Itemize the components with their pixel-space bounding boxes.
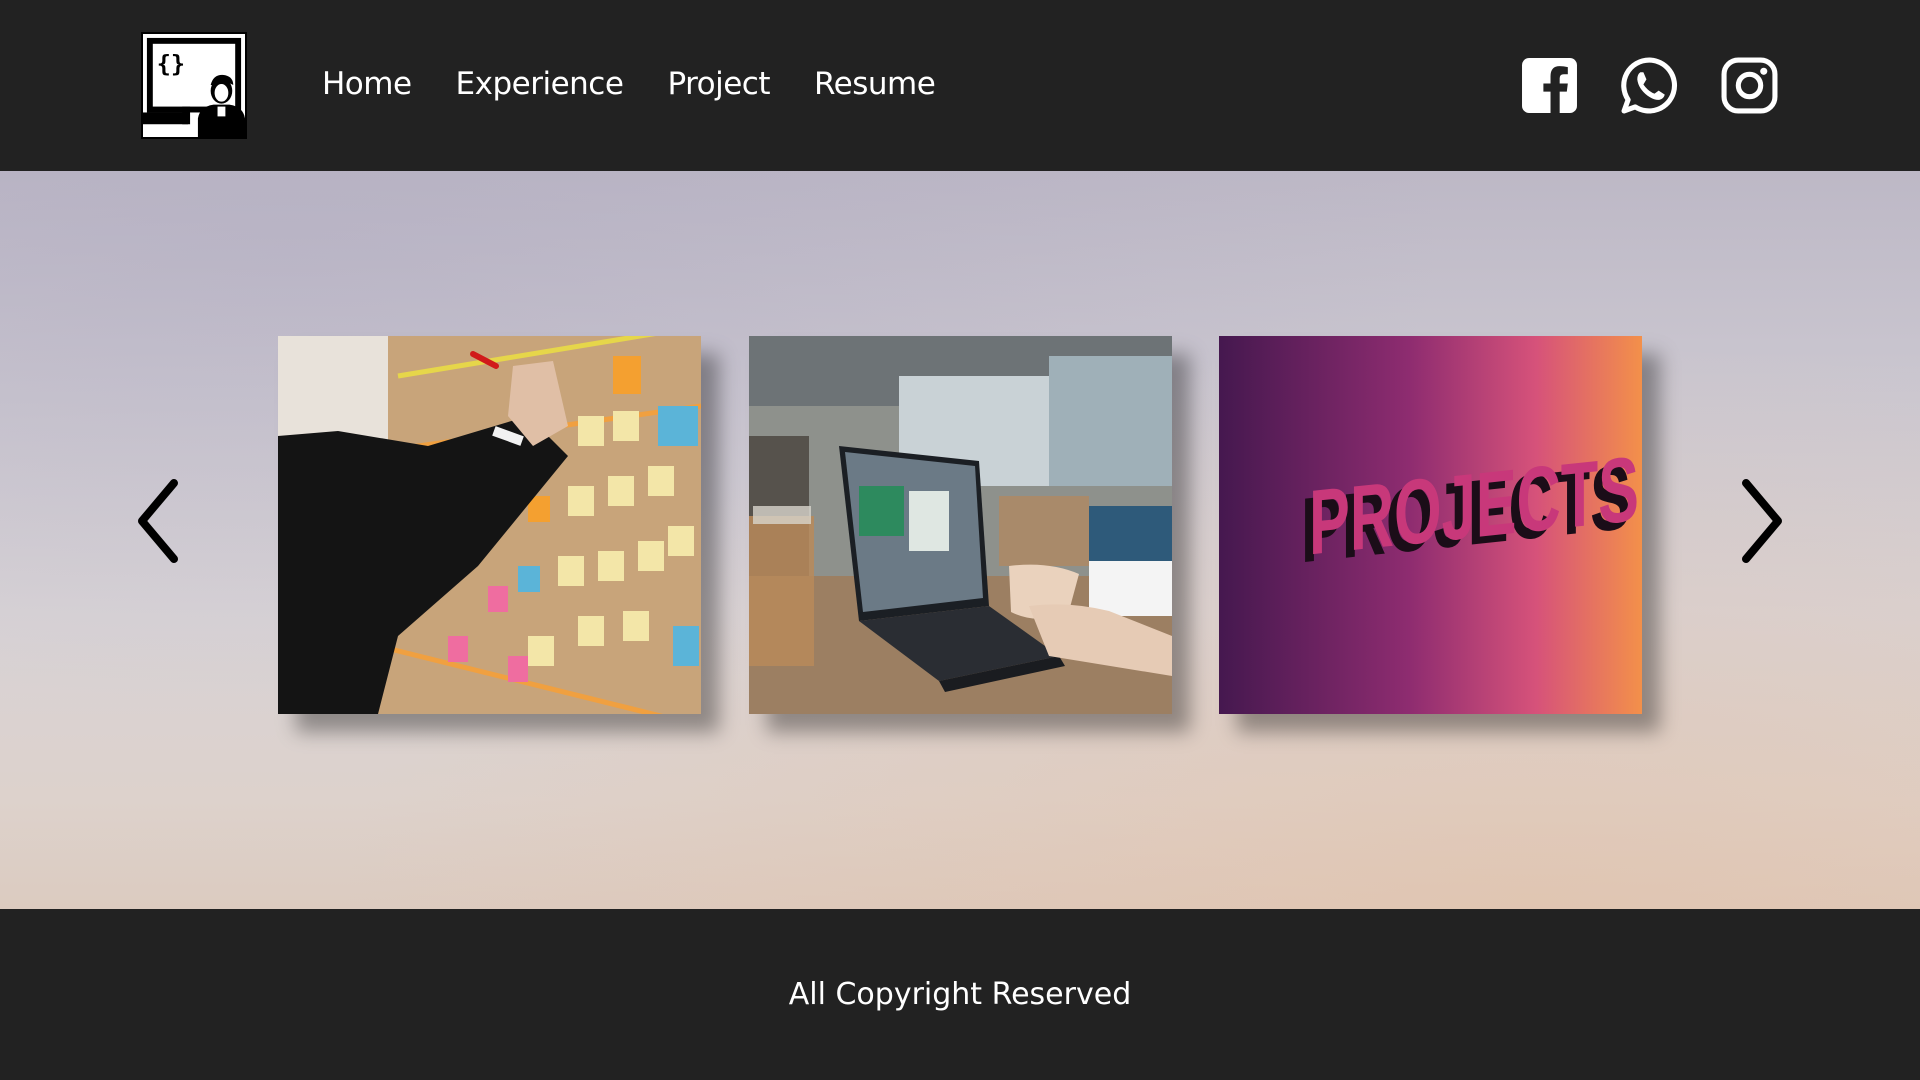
- nav-resume[interactable]: Resume: [814, 66, 936, 102]
- copyright-text: All Copyright Reserved: [788, 977, 1132, 1012]
- sticky-notes-board-photo: [278, 336, 701, 714]
- nav-project[interactable]: Project: [667, 66, 770, 102]
- whatsapp-icon[interactable]: [1621, 57, 1678, 114]
- main-nav: Home Experience Project Resume: [322, 66, 979, 102]
- carousel-slide-projects[interactable]: PROJECTS PROJECTS: [1219, 336, 1642, 714]
- chevron-left-icon[interactable]: [130, 471, 190, 571]
- social-links: [1521, 57, 1778, 114]
- carousel-slide-sticky-notes[interactable]: [278, 336, 701, 714]
- developer-logo-icon[interactable]: {}: [141, 32, 247, 139]
- header-bar: {} Home Experience Project Resume: [0, 0, 1920, 171]
- footer-bar: All Copyright Reserved: [0, 909, 1920, 1080]
- laptop-cafe-photo: [749, 336, 1172, 714]
- carousel-slide-laptop[interactable]: [749, 336, 1172, 714]
- project-carousel: PROJECTS PROJECTS: [0, 171, 1920, 909]
- chevron-right-icon[interactable]: [1730, 471, 1790, 571]
- projects-sign-photo: PROJECTS PROJECTS: [1219, 336, 1642, 714]
- nav-home[interactable]: Home: [322, 66, 412, 102]
- nav-experience[interactable]: Experience: [456, 66, 624, 102]
- facebook-icon[interactable]: [1521, 57, 1578, 114]
- instagram-icon[interactable]: [1721, 57, 1778, 114]
- svg-text:{}: {}: [157, 49, 185, 77]
